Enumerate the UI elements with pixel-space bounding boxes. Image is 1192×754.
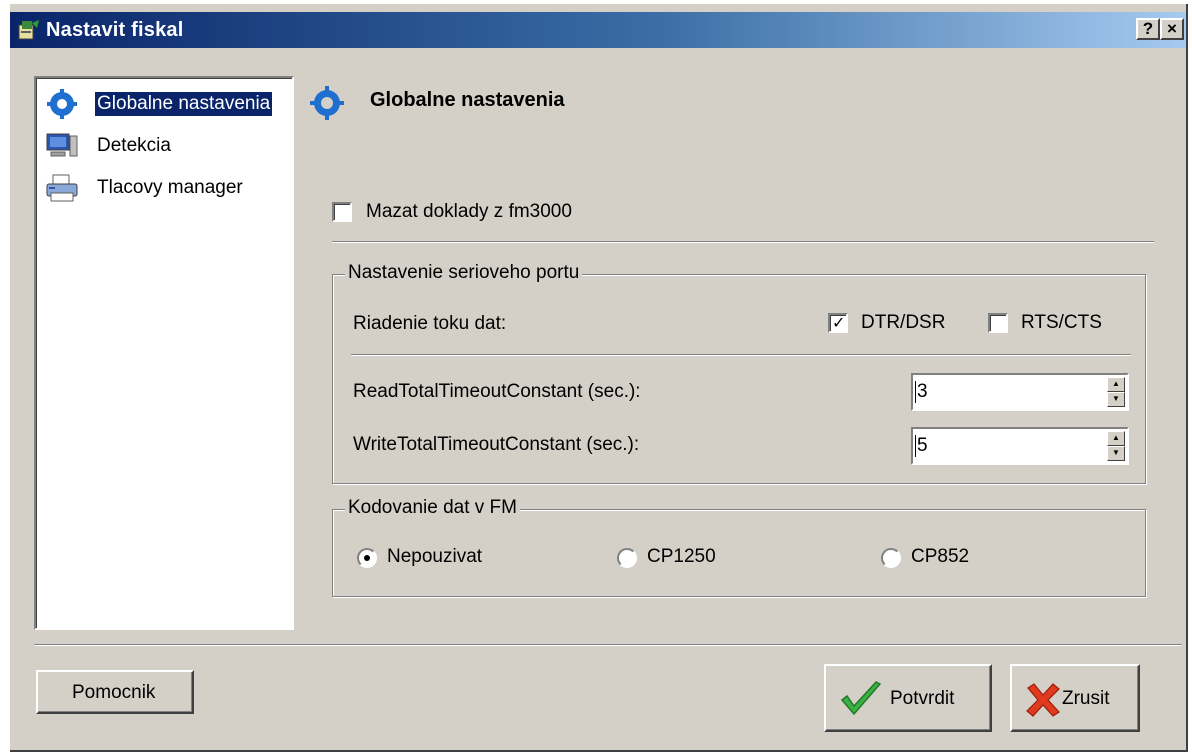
computer-icon: [46, 133, 78, 157]
encoding-group-title: Kodovanie dat v FM: [345, 497, 520, 519]
cross-icon: [1026, 683, 1060, 717]
footer-divider: [34, 644, 1182, 646]
app-icon: [18, 20, 39, 40]
gear-icon: [47, 89, 77, 119]
close-icon: ×: [1167, 19, 1177, 38]
group-divider: [351, 354, 1131, 356]
title-bar[interactable]: Nastavit fiskal ? ×: [10, 12, 1186, 48]
nav-item-label: Globalne nastavenia: [93, 91, 274, 117]
nav-item-globalne-nastavenia[interactable]: Globalne nastavenia: [43, 87, 287, 121]
nav-item-label: Detekcia: [97, 135, 171, 156]
checkbox-inner: [990, 315, 1006, 331]
window-title: Nastavit fiskal: [46, 19, 184, 41]
help-button[interactable]: ?: [1136, 18, 1160, 40]
gear-icon: [310, 86, 344, 120]
serial-port-group: Nastavenie serioveho portu Riadenie toku…: [332, 262, 1146, 484]
nepouzivat-label[interactable]: Nepouzivat: [387, 546, 482, 568]
write-timeout-label: WriteTotalTimeoutConstant (sec.):: [353, 434, 640, 455]
write-timeout-value[interactable]: 5: [915, 435, 928, 457]
spin-up-button[interactable]: ▲: [1107, 377, 1125, 392]
rts-cts-label[interactable]: RTS/CTS: [1021, 312, 1102, 334]
nav-item-tlacovy-manager[interactable]: Tlacovy manager: [43, 171, 263, 205]
cancel-label: Zrusit: [1062, 688, 1110, 709]
printer-icon: [46, 174, 78, 202]
check-icon: ✓: [832, 315, 846, 332]
nepouzivat-radio[interactable]: [357, 548, 377, 568]
cancel-button[interactable]: Zrusit: [1010, 664, 1140, 732]
serial-port-group-title: Nastavenie serioveho portu: [345, 262, 583, 284]
help-manual-label: Pomocnik: [72, 682, 156, 703]
spin-up-button[interactable]: ▲: [1107, 431, 1125, 446]
confirm-button[interactable]: Potvrdit: [824, 664, 992, 732]
read-timeout-value[interactable]: 3: [915, 381, 928, 403]
nav-item-detekcia[interactable]: Detekcia: [43, 129, 243, 163]
delete-docs-label[interactable]: Mazat doklady z fm3000: [366, 201, 572, 223]
dtr-dsr-label[interactable]: DTR/DSR: [861, 312, 945, 334]
radio-dot: [364, 555, 370, 561]
nav-list-inner: Globalne nastavenia Detekcia Tlacovy man…: [36, 78, 292, 628]
confirm-label: Potvrdit: [890, 688, 955, 709]
cp1250-label[interactable]: CP1250: [647, 546, 716, 568]
delete-docs-checkbox[interactable]: [332, 202, 352, 222]
close-button[interactable]: ×: [1160, 18, 1184, 40]
read-timeout-label: ReadTotalTimeoutConstant (sec.):: [353, 381, 641, 402]
cp852-label[interactable]: CP852: [911, 546, 969, 568]
dtr-dsr-checkbox[interactable]: ✓: [828, 313, 848, 333]
settings-nav-list[interactable]: Globalne nastavenia Detekcia Tlacovy man…: [34, 76, 294, 630]
checkmark-icon: [840, 681, 882, 716]
spin-down-button[interactable]: ▼: [1107, 446, 1125, 461]
page-title: Globalne nastavenia: [370, 89, 565, 111]
nav-item-label: Tlacovy manager: [97, 177, 243, 198]
section-divider: [332, 241, 1154, 243]
rts-cts-checkbox[interactable]: [988, 313, 1008, 333]
spin-down-button[interactable]: ▼: [1107, 392, 1125, 407]
flow-control-label: Riadenie toku dat:: [353, 313, 507, 334]
cp852-radio[interactable]: [881, 548, 901, 568]
help-manual-button[interactable]: Pomocnik: [36, 670, 194, 714]
spin-buttons: ▲ ▼: [1107, 377, 1125, 407]
cp1250-radio[interactable]: [617, 548, 637, 568]
checkbox-inner: [334, 204, 350, 220]
dialog-window: Nastavit fiskal ? × Globalne nastavenia: [10, 4, 1188, 752]
help-icon: ?: [1142, 19, 1154, 38]
write-timeout-spinbox[interactable]: 5 ▲ ▼: [911, 427, 1129, 465]
read-timeout-spinbox[interactable]: 3 ▲ ▼: [911, 373, 1129, 411]
spin-buttons: ▲ ▼: [1107, 431, 1125, 461]
encoding-group: Kodovanie dat v FM Nepouzivat CP1250 CP8…: [332, 497, 1146, 597]
